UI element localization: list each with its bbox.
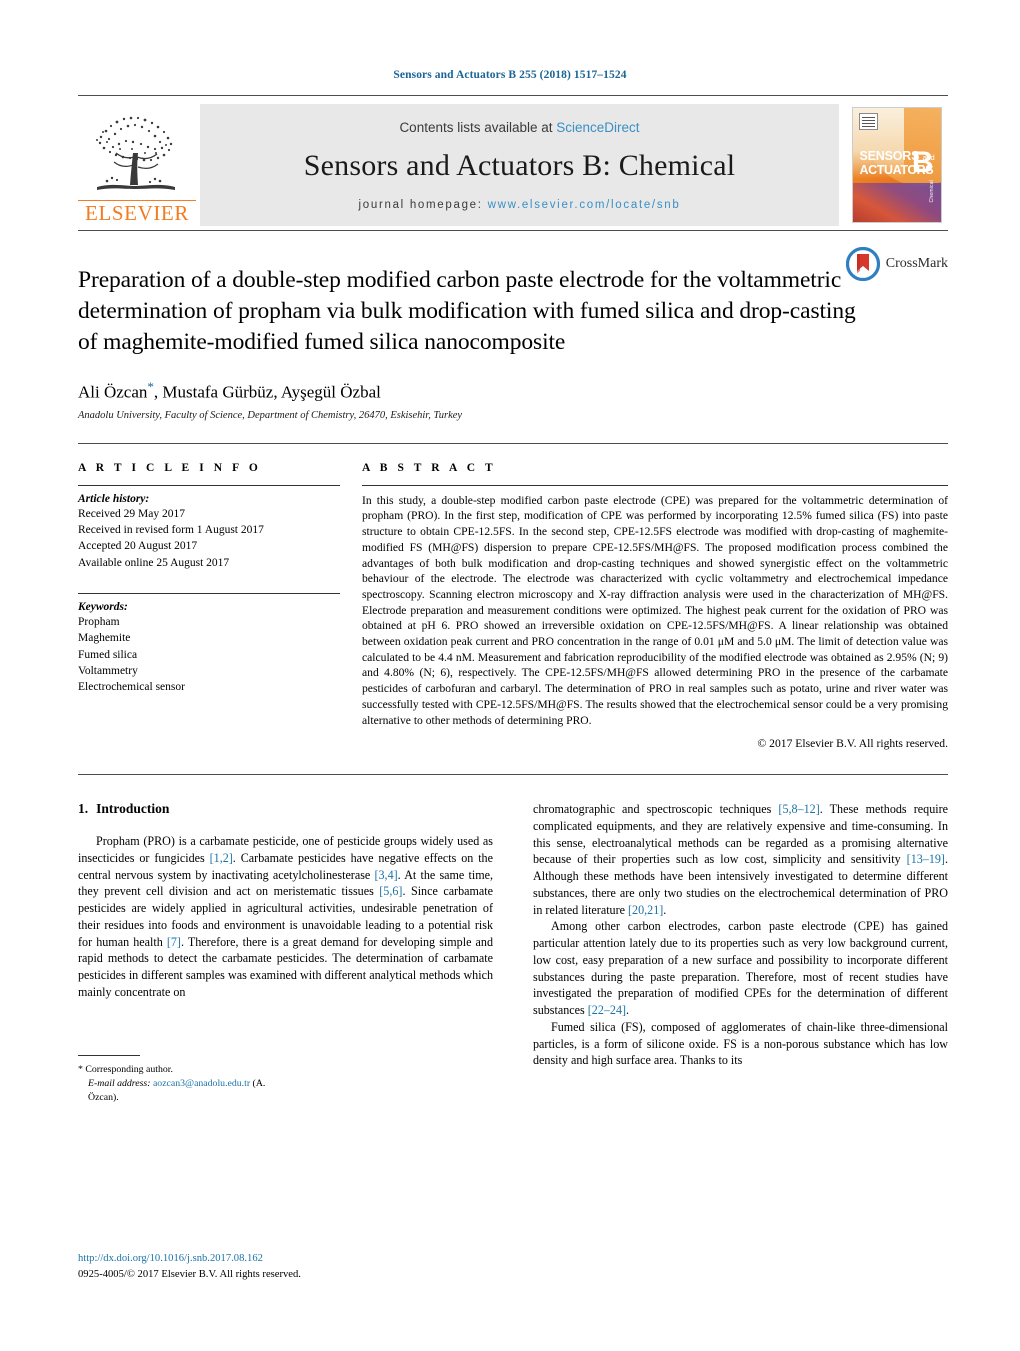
cover-publisher-mark-icon xyxy=(858,113,878,130)
body-column-right: chromatographic and spectroscopic techni… xyxy=(533,801,948,1105)
article-info-column: A R T I C L E I N F O Article history: R… xyxy=(78,462,340,751)
body-region: 1. Introduction Propham (PRO) is a carbam… xyxy=(78,774,948,1105)
crossmark-badge[interactable]: CrossMark xyxy=(845,247,948,281)
email-label: E-mail address: xyxy=(88,1077,151,1089)
text-run: . xyxy=(663,902,667,917)
elsevier-tree-icon xyxy=(96,116,175,190)
author-list: Ali Özcan*, Mustafa Gürbüz, Ayşegül Özba… xyxy=(78,379,948,403)
citation-link[interactable]: [7] xyxy=(167,935,181,949)
divider xyxy=(362,484,948,486)
text-run: chromatographic and spectroscopic techni… xyxy=(533,802,779,817)
journal-masthead: ELSEVIER Contents lists available at Sci… xyxy=(78,95,948,226)
article-title-block: CrossMark Preparation of a double-step m… xyxy=(78,230,948,421)
history-item: Available online 25 August 2017 xyxy=(78,556,230,569)
running-head: Sensors and Actuators B 255 (2018) 1517–… xyxy=(393,69,627,81)
abstract-heading: A B S T R A C T xyxy=(362,461,497,474)
citation-link[interactable]: [22–24] xyxy=(588,1003,626,1017)
author-affiliation: Anadolu University, Faculty of Science, … xyxy=(78,409,463,421)
intro-paragraph-right-2: Among other carbon electrodes, carbon pa… xyxy=(533,918,948,1018)
crossmark-label: CrossMark xyxy=(885,256,948,271)
homepage-prefix: journal homepage: xyxy=(358,198,488,211)
journal-title: Sensors and Actuators B: Chemical xyxy=(303,148,736,182)
citation-link[interactable]: [5,8–12] xyxy=(778,802,819,816)
abstract-text: In this study, a double-step modified ca… xyxy=(362,493,948,727)
crossmark-icon xyxy=(845,247,880,281)
sciencedirect-link[interactable]: ScienceDirect xyxy=(556,120,639,135)
text-run: . xyxy=(626,1003,630,1018)
section-number: 1. xyxy=(78,801,89,817)
footnote-corresponding: * Corresponding author. xyxy=(78,1063,173,1075)
issn-copyright-line: 0925-4005/© 2017 Elsevier B.V. All right… xyxy=(78,1269,301,1281)
history-item: Received in revised form 1 August 2017 xyxy=(78,524,264,537)
intro-paragraph-left: Propham (PRO) is a carbamate pesticide, … xyxy=(78,833,493,1000)
intro-paragraph-right-3: Fumed silica (FS), composed of agglomera… xyxy=(533,1019,948,1068)
author-rest: , Mustafa Gürbüz, Ayşegül Özbal xyxy=(153,382,381,402)
keywords-label: Keywords: xyxy=(78,601,128,614)
divider xyxy=(78,593,340,595)
journal-homepage-line: journal homepage: www.elsevier.com/locat… xyxy=(359,199,681,211)
doi-line: http://dx.doi.org/10.1016/j.snb.2017.08.… xyxy=(78,1251,301,1267)
info-abstract-region: A R T I C L E I N F O Article history: R… xyxy=(78,442,948,751)
keyword-item: Fumed silica xyxy=(78,648,138,661)
citation-link[interactable]: [3,4] xyxy=(374,868,397,882)
citation-link[interactable]: [5,6] xyxy=(379,884,402,898)
journal-homepage-link[interactable]: www.elsevier.com/locate/snb xyxy=(488,199,681,211)
email-link[interactable]: aozcan3@anadolu.edu.tr xyxy=(153,1078,250,1089)
corresponding-author-footnote: * Corresponding author. E-mail address: … xyxy=(78,1054,286,1106)
history-item: Received 29 May 2017 xyxy=(78,507,185,520)
cover-bottom-decoration xyxy=(852,183,941,222)
divider xyxy=(78,484,340,486)
keyword-item: Maghemite xyxy=(78,632,131,645)
body-column-left: 1. Introduction Propham (PRO) is a carbam… xyxy=(78,801,493,1105)
footnote-divider xyxy=(78,1054,140,1056)
page-footer: http://dx.doi.org/10.1016/j.snb.2017.08.… xyxy=(78,1251,301,1283)
cover-series-letter: B xyxy=(911,146,934,179)
article-info-heading: A R T I C L E I N F O xyxy=(78,461,262,474)
contents-prefix: Contents lists available at xyxy=(399,119,557,135)
abstract-column: A B S T R A C T In this study, a double-… xyxy=(362,461,948,751)
abstract-copyright: © 2017 Elsevier B.V. All rights reserved… xyxy=(757,737,948,751)
citation-link[interactable]: [20,21] xyxy=(628,903,663,917)
contents-lists-line: Contents lists available at ScienceDirec… xyxy=(399,120,639,135)
page-title: Preparation of a double-step modified ca… xyxy=(78,267,856,356)
doi-link[interactable]: http://dx.doi.org/10.1016/j.snb.2017.08.… xyxy=(78,1253,263,1264)
citation-link[interactable]: [1,2] xyxy=(210,851,233,865)
keywords-block: Keywords: Propham Maghemite Fumed silica… xyxy=(78,601,340,696)
paper-page: Sensors and Actuators B 255 (2018) 1517–… xyxy=(0,0,1020,1351)
citation-link[interactable]: [13–19] xyxy=(907,852,945,866)
intro-paragraph-right-1: chromatographic and spectroscopic techni… xyxy=(533,801,948,918)
elsevier-wordmark: ELSEVIER xyxy=(78,200,196,224)
cover-image: SENSORS and ACTUATORS B Chemical xyxy=(851,107,942,223)
keyword-item: Electrochemical sensor xyxy=(78,681,185,694)
section-heading-introduction: 1. Introduction xyxy=(78,801,493,817)
cover-line1: SENSORS xyxy=(859,149,920,163)
author-first: Ali Özcan xyxy=(78,382,148,402)
journal-cover-thumbnail: SENSORS and ACTUATORS B Chemical xyxy=(845,104,948,226)
section-title: Introduction xyxy=(96,801,170,817)
article-history-label: Article history: xyxy=(78,492,150,505)
elsevier-logo: ELSEVIER xyxy=(78,104,196,226)
journal-center-panel: Contents lists available at ScienceDirec… xyxy=(200,104,839,226)
keyword-item: Propham xyxy=(78,616,120,629)
footnote-email-line: E-mail address: aozcan3@anadolu.edu.tr (… xyxy=(78,1077,286,1105)
history-item: Accepted 20 August 2017 xyxy=(78,540,198,553)
keyword-item: Voltammetry xyxy=(78,665,138,677)
cover-series-subtitle: Chemical xyxy=(928,180,935,203)
